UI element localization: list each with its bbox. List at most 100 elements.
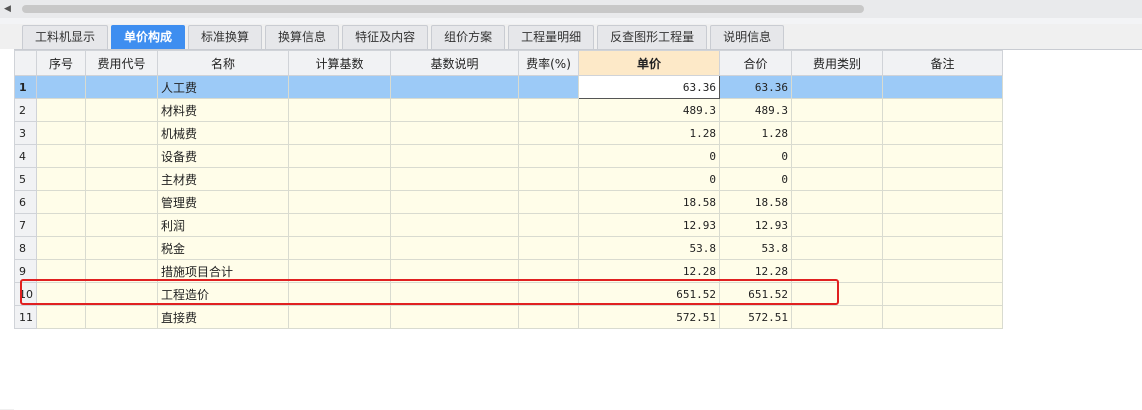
name-header[interactable]: 名称 [157,50,289,76]
unit-price-cell[interactable]: 1.28 [578,121,720,145]
row-number[interactable]: 6 [14,190,37,214]
table-row[interactable]: 8 税金 53.8 53.8 [14,236,1003,260]
seq-header[interactable]: 序号 [36,50,86,76]
name-cell[interactable]: 税金 [157,236,289,260]
base-cell[interactable] [288,190,391,214]
base-cell[interactable] [288,305,391,329]
base-desc-cell[interactable] [390,75,519,99]
name-cell[interactable]: 管理费 [157,190,289,214]
row-number[interactable]: 5 [14,167,37,191]
seq-cell[interactable] [36,305,86,329]
category-cell[interactable] [791,98,883,122]
total-cell[interactable]: 651.52 [719,282,792,306]
total-cell[interactable]: 12.28 [719,259,792,283]
name-cell[interactable]: 人工费 [157,75,289,99]
seq-cell[interactable] [36,144,86,168]
seq-cell[interactable] [36,259,86,283]
scroll-left-arrow-icon[interactable]: ◀ [4,3,16,15]
category-cell[interactable] [791,75,883,99]
base-header[interactable]: 计算基数 [288,50,391,76]
remark-cell[interactable] [882,282,1003,306]
rate-cell[interactable] [518,98,579,122]
remark-cell[interactable] [882,121,1003,145]
unit-price-cell[interactable]: 0 [578,167,720,191]
table-row[interactable]: 6 管理费 18.58 18.58 [14,190,1003,214]
total-cell[interactable]: 1.28 [719,121,792,145]
base-desc-cell[interactable] [390,144,519,168]
name-cell[interactable]: 机械费 [157,121,289,145]
tab-0[interactable]: 工料机显示 [22,25,109,49]
base-cell[interactable] [288,236,391,260]
rate-cell[interactable] [518,144,579,168]
tab-6[interactable]: 工程量明细 [508,25,595,49]
unit-price-cell[interactable]: 651.52 [578,282,720,306]
unit-price-cell[interactable]: 572.51 [578,305,720,329]
code-cell[interactable] [85,236,158,260]
base-cell[interactable] [288,213,391,237]
table-row[interactable]: 9 措施项目合计 12.28 12.28 [14,259,1003,283]
rate-cell[interactable] [518,121,579,145]
table-row[interactable]: 7 利润 12.93 12.93 [14,213,1003,237]
unit-price-cell[interactable]: 0 [578,144,720,168]
rate-cell[interactable] [518,213,579,237]
remark-cell[interactable] [882,190,1003,214]
base-cell[interactable] [288,98,391,122]
rate-cell[interactable] [518,190,579,214]
tab-7[interactable]: 反查图形工程量 [597,25,708,49]
category-header[interactable]: 费用类别 [791,50,883,76]
seq-cell[interactable] [36,75,86,99]
base-desc-header[interactable]: 基数说明 [390,50,519,76]
base-desc-cell[interactable] [390,121,519,145]
code-cell[interactable] [85,75,158,99]
code-cell[interactable] [85,167,158,191]
horizontal-scrollbar[interactable]: ◀ [0,0,1142,19]
remark-cell[interactable] [882,305,1003,329]
seq-cell[interactable] [36,121,86,145]
base-desc-cell[interactable] [390,236,519,260]
row-number[interactable]: 7 [14,213,37,237]
tab-8[interactable]: 说明信息 [710,25,785,49]
total-cell[interactable]: 12.93 [719,213,792,237]
name-cell[interactable]: 设备费 [157,144,289,168]
total-cell[interactable]: 53.8 [719,236,792,260]
base-cell[interactable] [288,75,391,99]
category-cell[interactable] [791,121,883,145]
total-cell[interactable]: 18.58 [719,190,792,214]
rate-cell[interactable] [518,167,579,191]
total-cell[interactable]: 0 [719,167,792,191]
category-cell[interactable] [791,282,883,306]
total-cell[interactable]: 489.3 [719,98,792,122]
base-desc-cell[interactable] [390,282,519,306]
base-desc-cell[interactable] [390,98,519,122]
category-cell[interactable] [791,190,883,214]
remark-header[interactable]: 备注 [882,50,1003,76]
tab-5[interactable]: 组价方案 [431,25,506,49]
table-row[interactable]: 2 材料费 489.3 489.3 [14,98,1003,122]
base-desc-cell[interactable] [390,190,519,214]
category-cell[interactable] [791,167,883,191]
base-desc-cell[interactable] [390,259,519,283]
table-row[interactable]: 1 人工费 63.36 63.36 [14,75,1003,99]
unit-price-cell[interactable]: 489.3 [578,98,720,122]
code-cell[interactable] [85,190,158,214]
row-number[interactable]: 8 [14,236,37,260]
code-cell[interactable] [85,282,158,306]
total-cell[interactable]: 572.51 [719,305,792,329]
category-cell[interactable] [791,213,883,237]
name-cell[interactable]: 工程造价 [157,282,289,306]
category-cell[interactable] [791,305,883,329]
code-cell[interactable] [85,144,158,168]
base-desc-cell[interactable] [390,305,519,329]
table-row[interactable]: 10 工程造价 651.52 651.52 [14,282,1003,306]
base-desc-cell[interactable] [390,213,519,237]
total-cell[interactable]: 63.36 [719,75,792,99]
row-number[interactable]: 2 [14,98,37,122]
seq-cell[interactable] [36,167,86,191]
name-cell[interactable]: 利润 [157,213,289,237]
unit-price-cell[interactable]: 18.58 [578,190,720,214]
code-cell[interactable] [85,98,158,122]
category-cell[interactable] [791,236,883,260]
unit-price-cell[interactable]: 53.8 [578,236,720,260]
name-cell[interactable]: 直接费 [157,305,289,329]
rate-cell[interactable] [518,282,579,306]
